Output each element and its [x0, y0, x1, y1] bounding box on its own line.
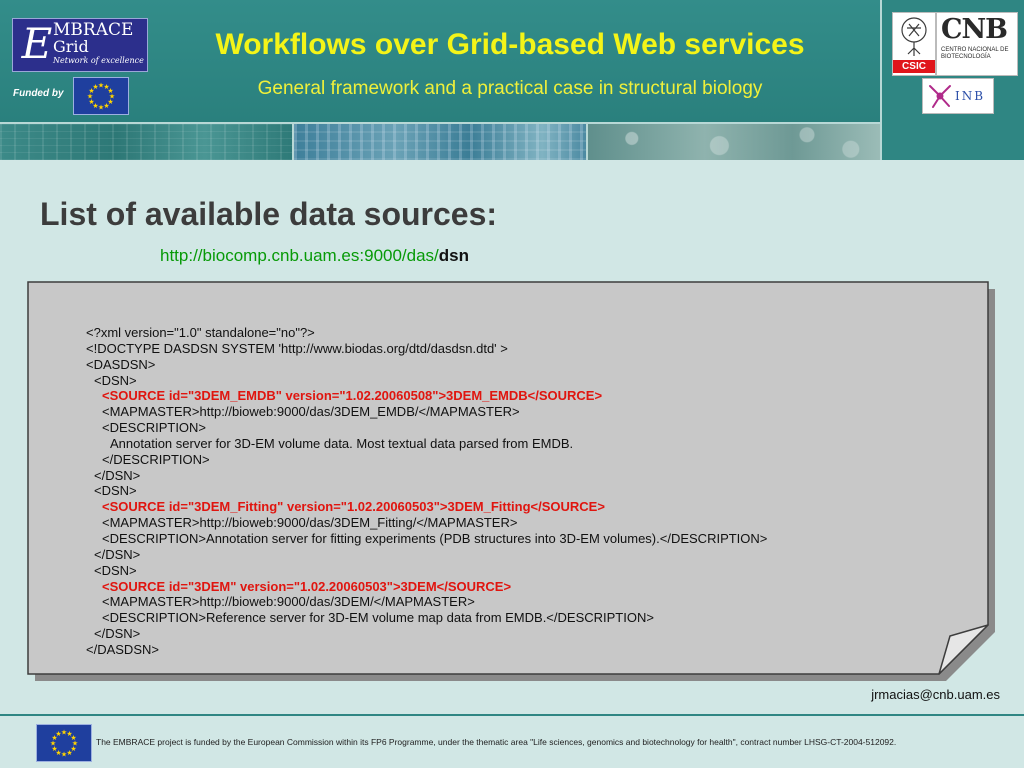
xml-line: <DSN>: [94, 562, 137, 578]
xml-line: <DESCRIPTION>Reference server for 3D-EM …: [102, 610, 654, 626]
funding-statement: The EMBRACE project is funded by the Eur…: [96, 737, 897, 747]
strip-image-circuit: [0, 124, 292, 160]
cnb-logo: CNB Centro Nacional de Biotecnología: [936, 12, 1018, 76]
eu-star-icon: ★: [98, 104, 104, 112]
url-base: http://biocomp.cnb.uam.es:9000/das/: [160, 246, 439, 265]
embrace-logo-tagline: Network of excellence: [53, 56, 144, 65]
xml-line: <!DOCTYPE DASDSN SYSTEM 'http://www.biod…: [86, 340, 508, 356]
cnb-logo-subtext: Centro Nacional de Biotecnología: [941, 47, 1009, 60]
eu-star-icon: ★: [70, 734, 76, 742]
xml-source-line: <SOURCE id="3DEM_Fitting" version="1.02.…: [102, 499, 605, 515]
eu-flag-icon: ★ ★ ★ ★ ★ ★ ★ ★ ★ ★ ★ ★: [73, 77, 129, 115]
xml-line: <MAPMASTER>http://bioweb:9000/das/3DEM_E…: [102, 404, 520, 420]
xml-source-line: <SOURCE id="3DEM" version="1.02.20060503…: [102, 578, 512, 594]
xml-line: <DSN>: [94, 372, 137, 388]
inb-ribbon-icon: [929, 85, 951, 108]
dsn-url-link[interactable]: http://biocomp.cnb.uam.es:9000/das/dsn: [160, 246, 469, 266]
xml-line: <?xml version="1.0" standalone="no"?>: [86, 325, 315, 340]
header-image-strip: [0, 124, 880, 160]
eu-star-icon: ★: [66, 749, 72, 757]
xml-line: </DSN>: [94, 546, 141, 562]
inb-logo: INB: [922, 78, 994, 114]
xml-line: </DESCRIPTION>: [102, 451, 210, 467]
footer: ★ ★ ★ ★ ★ ★ ★ ★ ★ ★ ★ ★ The EMBRACE project is fund…: [0, 716, 1024, 768]
embrace-logo-letter: E: [21, 19, 53, 68]
xml-line: <DSN>: [94, 483, 137, 499]
xml-code-lines: <?xml version="1.0" standalone="no"?> <!D…: [86, 325, 966, 658]
xml-line: <DESCRIPTION>: [102, 420, 207, 436]
xml-source-line: <SOURCE id="3DEM_EMDB" version="1.02.200…: [102, 388, 603, 404]
strip-image-cells: [588, 124, 880, 160]
csic-tree-icon: [901, 17, 927, 56]
cnb-logo-text: CNB: [941, 14, 1008, 45]
xml-line: </DSN>: [94, 467, 141, 483]
xml-listing-note: <?xml version="1.0" standalone="no"?> <!D…: [27, 281, 995, 681]
eu-flag-icon: ★ ★ ★ ★ ★ ★ ★ ★ ★ ★ ★ ★: [36, 724, 92, 762]
inb-label: INB: [955, 89, 986, 103]
xml-line: <MAPMASTER>http://bioweb:9000/das/3DEM_F…: [102, 515, 518, 531]
embrace-grid-logo: E MBRACE Grid Network of excellence: [12, 18, 148, 72]
csic-label: CSIC: [893, 60, 935, 73]
csic-logo: CSIC: [892, 12, 936, 76]
strip-image-data: [294, 124, 586, 160]
eu-star-icon: ★: [61, 751, 67, 759]
page-title: Workflows over Grid-based Web services: [215, 28, 805, 61]
funded-by-label: Funded by: [13, 88, 64, 99]
page-subtitle: General framework and a practical case i…: [257, 78, 763, 99]
xml-line: </DSN>: [94, 626, 141, 642]
xml-line: <MAPMASTER>http://bioweb:9000/das/3DEM/<…: [102, 594, 475, 610]
xml-line: <DESCRIPTION>Annotation server for fitti…: [102, 530, 768, 546]
xml-line: <DASDSN>: [86, 356, 156, 372]
section-heading: List of available data sources:: [40, 196, 498, 232]
xml-line: </DASDSN>: [86, 641, 159, 657]
url-suffix: dsn: [438, 246, 470, 265]
contact-email[interactable]: jrmacias@cnb.uam.es: [871, 687, 1000, 702]
eu-star-icon: ★: [103, 102, 109, 110]
eu-star-icon: ★: [107, 87, 113, 95]
embrace-logo-sub: Grid: [53, 37, 89, 56]
xml-line: Annotation server for 3D-EM volume data.…: [110, 435, 574, 451]
header-banner: E MBRACE Grid Network of excellence Fund…: [0, 0, 1024, 160]
